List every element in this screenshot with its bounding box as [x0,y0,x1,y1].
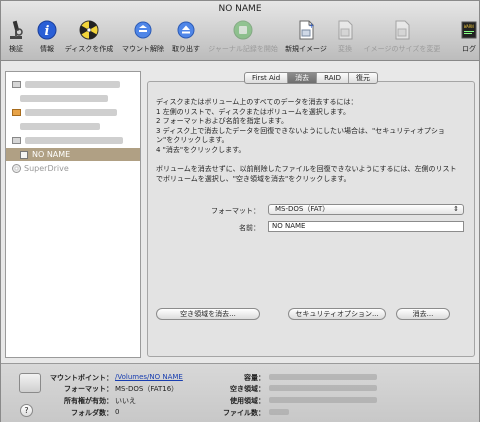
format-info-label: フォーマット： [64,385,113,393]
svg-text:+: + [309,22,315,30]
convert-button[interactable]: 変換 [333,18,357,58]
redacted-disk-name [25,109,117,116]
redacted-volume-name [20,123,100,130]
svg-text:i: i [45,24,50,39]
tab-bar: First Aid 消去 RAID 復元 [244,72,378,84]
usb-disk-icon [12,137,21,144]
unmount-icon [131,18,155,42]
available-label: 空き領域： [230,385,265,393]
volume-item[interactable] [6,120,140,133]
volume-item-selected[interactable]: NO NAME [6,148,140,161]
info-icon: i [35,18,59,42]
hard-disk-icon [12,81,21,88]
external-disk-icon [12,109,21,116]
window-title: NO NAME [218,4,262,14]
disk-item[interactable] [6,106,140,119]
log-button[interactable]: WARN ログ [459,18,479,58]
toolbar: 検証 i 情報 ディスクを作成 マウント解除 取り出す ジャーナル記録を開始 +… [3,18,479,58]
convert-icon [333,18,357,42]
info-button[interactable]: i 情報 [35,18,59,58]
format-label: フォーマット： [211,207,260,215]
erase-free-space-button[interactable]: 空き領域を消去... [156,308,260,320]
enable-journaling-button[interactable]: ジャーナル記録を開始 [205,18,281,58]
folders-label: フォルダ数： [71,409,113,417]
verify-button[interactable]: 検証 [5,18,27,58]
disk-list-sidebar: NO NAME SuperDrive [5,71,141,358]
files-label: ファイル数： [223,409,265,417]
erase-button[interactable]: 消去... [396,308,450,320]
toolbar-area: NO NAME 検証 i 情報 ディスクを作成 マウント解除 取り出す ジャーナ… [1,1,479,61]
redacted-used [269,397,377,403]
eject-button[interactable]: 取り出す [169,18,203,58]
new-image-icon: + [294,18,318,42]
volume-item[interactable] [6,92,140,105]
redacted-volume-name [20,95,108,102]
burn-button[interactable]: ディスクを作成 [61,18,117,58]
redacted-capacity [269,374,377,380]
superdrive-item[interactable]: SuperDrive [6,162,140,175]
eject-icon [174,18,198,42]
volume-disk-icon [19,373,41,393]
tab-erase[interactable]: 消去 [288,73,318,83]
disk-item[interactable] [6,78,140,91]
redacted-available [269,385,377,391]
folders-value: 0 [115,408,120,416]
disk-utility-window: NO NAME 検証 i 情報 ディスクを作成 マウント解除 取り出す ジャーナ… [0,0,480,422]
mount-point-label: マウントポイント： [50,374,113,382]
tab-raid[interactable]: RAID [317,73,349,83]
microscope-icon [4,18,28,42]
volume-icon [20,150,28,159]
erase-panel: ディスクまたはボリューム上のすべてのデータを消去するには： 1 左側のリストで、… [147,81,475,357]
ownership-value: いいえ [115,397,136,405]
tab-restore[interactable]: 復元 [349,73,377,83]
tab-first-aid[interactable]: First Aid [245,73,289,83]
redacted-disk-name [25,137,123,144]
unmount-button[interactable]: マウント解除 [119,18,167,58]
burn-disc-icon [77,18,101,42]
redacted-disk-name [25,81,120,88]
resize-image-button[interactable]: イメージのサイズを変更 [359,18,445,58]
used-label: 使用領域： [230,397,265,405]
resize-image-icon [390,18,414,42]
help-button[interactable]: ? [20,404,33,417]
erase-instructions: ディスクまたはボリューム上のすべてのデータを消去するには： 1 左側のリストで、… [156,98,457,183]
updown-arrows-icon: ⇕ [453,205,459,213]
ownership-label: 所有権が有効： [64,397,113,405]
security-options-button[interactable]: セキュリティオプション... [288,308,386,320]
journal-icon [231,18,255,42]
optical-drive-icon [12,164,21,173]
disk-item[interactable] [6,134,140,147]
svg-text:WARN: WARN [464,24,474,29]
new-image-button[interactable]: + 新規イメージ [283,18,329,58]
name-label: 名前： [239,224,260,232]
log-icon: WARN [457,18,480,42]
mount-point-link[interactable]: /Volumes/NO NAME [115,373,183,381]
name-field[interactable]: NO NAME [268,221,464,232]
format-info-value: MS-DOS（FAT16） [115,385,179,393]
info-footer: ? マウントポイント： /Volumes/NO NAME フォーマット： MS-… [1,363,479,422]
format-select[interactable]: MS-DOS（FAT） ⇕ [268,204,464,215]
redacted-files [269,409,289,415]
capacity-label: 容量： [244,374,265,382]
